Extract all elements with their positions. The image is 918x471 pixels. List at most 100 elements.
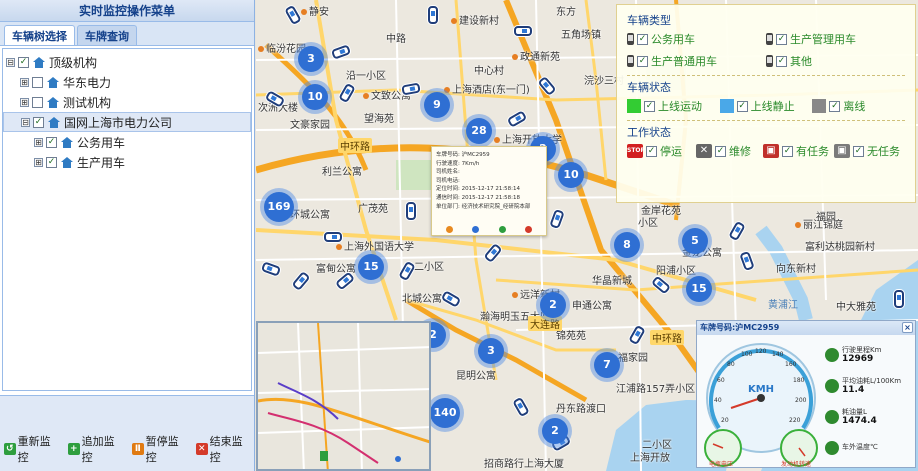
tree-node-shanghai-power[interactable]: ⊟ ✓ 国网上海市电力公司: [3, 112, 251, 132]
tree-node-label: 生产用车: [77, 155, 126, 170]
org-house-icon: [47, 116, 61, 128]
vehicle-cluster[interactable]: 169: [264, 192, 294, 222]
gauge-tick: 60: [717, 377, 725, 384]
road-label: 中环路: [338, 138, 372, 153]
dashboard-header: 车牌号码:沪MC2959 ×: [697, 321, 915, 335]
poi-label: 华晶新城: [592, 276, 632, 287]
legend-checkbox[interactable]: ✓: [853, 145, 865, 157]
vehicle-cluster[interactable]: 3: [478, 338, 504, 364]
popup-driver-name: 司机姓名:: [436, 169, 460, 176]
tree-checkbox[interactable]: ✓: [33, 116, 44, 128]
pause-monitor-button[interactable]: Ⅱ 暂停监控: [132, 433, 188, 465]
locate-icon[interactable]: [498, 226, 506, 233]
legend-checkbox[interactable]: ✓: [637, 33, 648, 45]
tree-checkbox[interactable]: [32, 96, 43, 108]
vehicle-cluster[interactable]: 15: [358, 254, 384, 280]
legend-checkbox[interactable]: ✓: [715, 145, 726, 157]
overview-minimap[interactable]: [256, 321, 431, 471]
tab-vehicle-tree[interactable]: 车辆树选择: [4, 25, 75, 45]
expand-icon[interactable]: ⊞: [34, 157, 43, 167]
legend-production-mgmt-car[interactable]: ✓ 生产管理用车: [766, 31, 905, 47]
vehicle-marker[interactable]: [428, 6, 438, 24]
gauge-tick: 80: [727, 361, 735, 368]
vehicle-cluster[interactable]: 10: [558, 162, 584, 188]
tree-node-production-cars[interactable]: ⊞ ✓ 生产用车: [3, 152, 251, 172]
tree-node-test-org[interactable]: ⊞ 测试机构: [3, 92, 251, 112]
message-icon[interactable]: [472, 226, 480, 233]
popup-department: 单位部门: 经济技术研究院_经研院本部: [436, 203, 531, 210]
tree-node-official-cars[interactable]: ⊞ ✓ 公务用车: [3, 132, 251, 152]
legend-checkbox[interactable]: ✓: [644, 100, 655, 112]
vehicle-cluster[interactable]: 140: [430, 398, 460, 428]
legend-checkbox[interactable]: ✓: [637, 55, 648, 67]
vehicle-marker[interactable]: [894, 290, 904, 308]
append-monitor-button[interactable]: + 追加监控: [68, 433, 124, 465]
thermometer-icon: [825, 440, 839, 455]
vehicle-cluster[interactable]: 9: [424, 92, 450, 118]
legend-stopped[interactable]: STOP ✓ 停运: [627, 143, 696, 159]
tree-node-east-china-power[interactable]: ⊞ 华东电力: [3, 72, 251, 92]
expand-icon[interactable]: ⊞: [20, 97, 29, 107]
vehicle-cluster[interactable]: 8: [614, 232, 640, 258]
vehicle-cluster[interactable]: 10: [302, 84, 328, 110]
vehicle-cluster[interactable]: 2: [542, 418, 568, 444]
legend-checkbox[interactable]: ✓: [829, 100, 841, 112]
tree-checkbox[interactable]: ✓: [46, 156, 57, 168]
restart-monitor-button[interactable]: ↺ 重新监控: [4, 433, 60, 465]
close-icon[interactable]: ×: [902, 322, 913, 333]
poi-label: 中心村: [474, 66, 504, 77]
tree-node-label: 国网上海市电力公司: [64, 115, 173, 130]
vehicle-cluster[interactable]: 15: [686, 276, 712, 302]
stop-sign-icon: STOP: [627, 144, 645, 158]
legend-online-moving[interactable]: ✓ 上线运动: [627, 98, 720, 114]
road-label: 大连路: [528, 316, 562, 331]
button-label: 重新监控: [17, 435, 51, 464]
vehicle-dashboard: 车牌号码:沪MC2959 × KMH 20 40 60 80 100 120 1…: [696, 320, 916, 468]
tree-checkbox[interactable]: [32, 76, 43, 88]
expand-icon[interactable]: ⊞: [20, 77, 29, 87]
legend-online-stopped[interactable]: ✓ 上线静止: [719, 98, 813, 114]
legend-repair[interactable]: ✕ ✓ 维修: [696, 143, 763, 159]
vehicle-cluster[interactable]: 28: [466, 118, 492, 144]
monitor-map[interactable]: 静安 建设新村 五角场镇 临汾花园 中路 政通新苑 沿一小区 中心村 浣沙三村 …: [256, 0, 918, 471]
voltage-label: 电瓶电压: [709, 460, 733, 468]
tab-plate-search[interactable]: 车牌查询: [77, 25, 137, 45]
vehicle-cluster[interactable]: 7: [594, 352, 620, 378]
legend-offline[interactable]: ✓ 离线: [812, 98, 905, 114]
legend-other-car[interactable]: ✓ 其他: [766, 53, 905, 69]
vehicle-marker[interactable]: [406, 202, 416, 220]
vehicle-cluster[interactable]: 2: [540, 292, 566, 318]
tree-node-label: 顶级机构: [49, 55, 98, 70]
gauge-tick: 20: [721, 417, 729, 424]
legend-checkbox[interactable]: ✓: [736, 100, 748, 112]
fuel-drop-icon: [825, 378, 839, 393]
collapse-icon[interactable]: ⊟: [21, 117, 30, 127]
legend-no-task[interactable]: ▣ ✓ 无任务: [834, 143, 905, 159]
legend-checkbox[interactable]: ✓: [782, 145, 794, 157]
legend-official-car[interactable]: ✓ 公务用车: [627, 31, 766, 47]
vehicle-cluster[interactable]: 3: [298, 46, 324, 72]
track-icon[interactable]: [445, 226, 453, 233]
tree-node-top-org[interactable]: ⊟ ✓ 顶级机构: [3, 52, 251, 72]
tree-checkbox[interactable]: ✓: [46, 136, 57, 148]
legend-checkbox[interactable]: ✓: [646, 145, 657, 157]
legend-checkbox[interactable]: ✓: [776, 33, 787, 45]
alarm-icon[interactable]: [525, 226, 533, 233]
poi-label: 北城公寓: [402, 294, 442, 305]
poi-label: 沿一小区: [346, 71, 386, 82]
poi-label: 望海苑: [364, 114, 394, 125]
legend-production-common-car[interactable]: ✓ 生产普通用车: [627, 53, 766, 69]
stop-monitor-button[interactable]: ✕ 结束监控: [196, 433, 252, 465]
expand-icon[interactable]: ⊞: [34, 137, 43, 147]
legend-has-task[interactable]: ▣ ✓ 有任务: [763, 143, 834, 159]
collapse-icon[interactable]: ⊟: [6, 57, 15, 67]
vehicle-cluster[interactable]: 5: [682, 228, 708, 254]
legend-checkbox[interactable]: ✓: [776, 55, 787, 67]
poi-label: 静安: [301, 3, 329, 18]
tree-checkbox[interactable]: ✓: [18, 56, 29, 68]
road-label: 中环路: [650, 330, 684, 345]
org-house-icon: [60, 156, 74, 168]
vehicle-marker[interactable]: [324, 232, 342, 242]
vehicle-marker[interactable]: [514, 26, 532, 36]
car-icon: [825, 347, 839, 362]
